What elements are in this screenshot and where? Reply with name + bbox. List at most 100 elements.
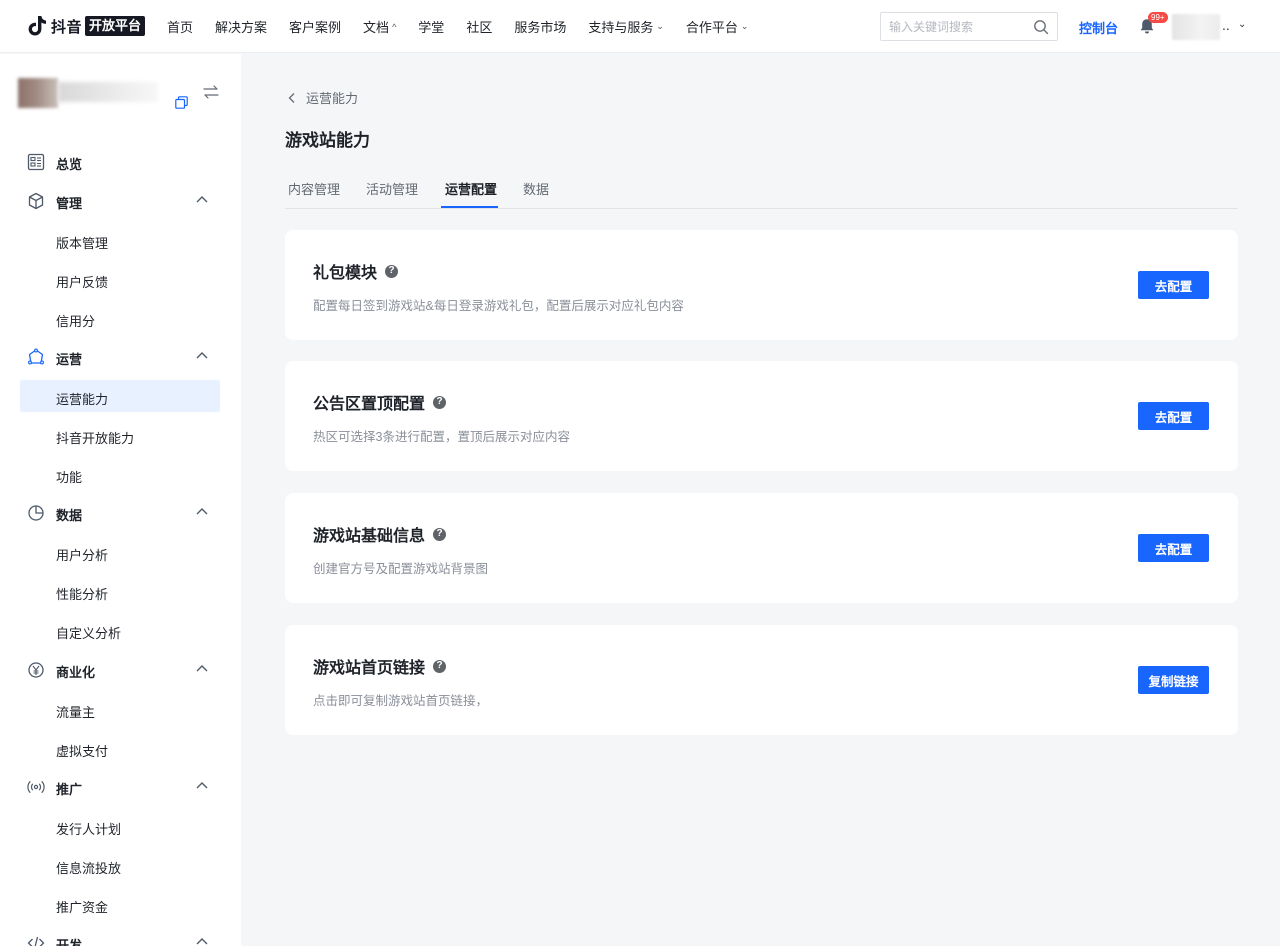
breadcrumb-label: 运营能力 [306, 91, 359, 106]
sidebar-item-credit-score[interactable]: 信用分 [20, 302, 220, 334]
configure-button[interactable]: 去配置 [1138, 402, 1209, 430]
configure-button[interactable]: 去配置 [1138, 534, 1209, 562]
nav-item-support[interactable]: 支持与服务 ⌄ [588, 17, 664, 36]
operation-icon [28, 348, 44, 365]
search-icon[interactable] [1033, 19, 1049, 35]
sidebar-item-label: 运营能力 [56, 392, 109, 407]
sidebar-item-performance-analysis[interactable]: 性能分析 [20, 575, 220, 607]
nav-item-solutions[interactable]: 解决方案 [215, 17, 267, 36]
user-name[interactable]: .. [1222, 17, 1230, 33]
dashboard-icon [27, 153, 45, 171]
sidebar-item-custom-analysis[interactable]: 自定义分析 [20, 614, 220, 646]
nav-label: 客户案例 [289, 20, 342, 35]
sidebar-item-feed-ads[interactable]: 信息流投放 [20, 849, 220, 881]
sidebar-group-label: 数据 [56, 508, 83, 523]
logo-text: 抖音 [51, 18, 83, 36]
search-box [880, 12, 1058, 41]
nav-label: 解决方案 [215, 20, 268, 35]
user-avatar[interactable] [1172, 14, 1220, 40]
card-description: 点击即可复制游戏站首页链接， [313, 694, 489, 708]
sidebar-item-label: 推广资金 [56, 900, 109, 915]
switch-app-icon[interactable] [203, 85, 219, 99]
sidebar-group-management[interactable]: 管理 [0, 181, 241, 220]
help-icon[interactable]: ? [385, 264, 399, 278]
sidebar-item-virtual-payment[interactable]: 虚拟支付 [20, 732, 220, 764]
sidebar-item-promotion-funds[interactable]: 推广资金 [20, 888, 220, 920]
help-icon[interactable]: ? [433, 659, 447, 673]
config-card-gift-pack: 礼包模块? 配置每日签到游戏站&每日登录游戏礼包，配置后展示对应礼包内容 去配置 [285, 230, 1238, 340]
notification-badge: 99+ [1148, 12, 1168, 23]
chevron-up-icon: ^ [392, 21, 397, 32]
logo-badge: 开放平台 [85, 16, 146, 36]
sidebar-item-label: 性能分析 [56, 587, 109, 602]
chevron-up-icon [196, 665, 208, 672]
card-title-text: 游戏站首页链接 [313, 660, 426, 677]
tab-activity-management[interactable]: 活动管理 [366, 179, 418, 198]
douyin-logo-icon [28, 16, 46, 36]
search-input[interactable] [889, 19, 1029, 34]
nav-item-partners[interactable]: 合作平台 ⌄ [686, 17, 749, 36]
sidebar-item-user-analysis[interactable]: 用户分析 [20, 536, 220, 568]
sidebar-group-label: 开发 [56, 938, 83, 946]
tab-operation-config[interactable]: 运营配置 [445, 179, 497, 198]
nav-item-academy[interactable]: 学堂 [418, 17, 444, 36]
card-title: 礼包模块? [313, 259, 399, 283]
pie-chart-icon [28, 505, 44, 521]
sidebar-item-publisher-plan[interactable]: 发行人计划 [20, 810, 220, 842]
tab-bar: 内容管理 活动管理 运营配置 数据 [285, 171, 1238, 209]
nav-label: 服务市场 [514, 20, 567, 35]
chevron-up-icon [196, 782, 208, 789]
sidebar-group-promotion[interactable]: 推广 [0, 767, 241, 806]
copy-icon[interactable] [175, 96, 188, 109]
tab-data[interactable]: 数据 [523, 179, 549, 198]
chevron-up-icon [196, 508, 208, 515]
breadcrumb-back[interactable]: 运营能力 [287, 88, 358, 107]
sidebar-item-label: 发行人计划 [56, 822, 122, 837]
nav-item-community[interactable]: 社区 [466, 17, 492, 36]
sidebar-item-douyin-open-capability[interactable]: 抖音开放能力 [20, 419, 220, 451]
sidebar-item-label: 信用分 [56, 314, 96, 329]
help-icon[interactable]: ? [433, 527, 447, 541]
sidebar-group-operation[interactable]: 运营 [0, 337, 241, 376]
sidebar-item-features[interactable]: 功能 [20, 458, 220, 490]
chevron-up-icon [196, 352, 208, 359]
nav-item-marketplace[interactable]: 服务市场 [514, 17, 566, 36]
card-title-text: 公告区置顶配置 [313, 396, 426, 413]
console-link[interactable]: 控制台 [1079, 18, 1118, 37]
sidebar-group-label: 管理 [56, 196, 83, 211]
sidebar-group-label: 商业化 [56, 665, 96, 680]
nav-item-docs[interactable]: 文档 ^ [363, 17, 396, 36]
sidebar-group-overview[interactable]: 总览 [0, 142, 241, 181]
sidebar-item-operation-capability[interactable]: 运营能力 [20, 380, 220, 412]
sidebar-item-label: 流量主 [56, 705, 96, 720]
chevron-down-icon[interactable]: ⌄ [1238, 19, 1246, 30]
nav-label: 支持与服务 [588, 20, 654, 35]
page-title: 游戏站能力 [285, 131, 370, 150]
nav-label: 社区 [466, 20, 493, 35]
sidebar: 总览 管理 版本管理 用户反馈 信用分 运营 运营能力 抖音开放能力 功能 数据 [0, 54, 241, 946]
sidebar-item-user-feedback[interactable]: 用户反馈 [20, 263, 220, 295]
sidebar-item-version-management[interactable]: 版本管理 [20, 224, 220, 256]
code-icon [27, 936, 45, 946]
sidebar-group-monetization[interactable]: 商业化 [0, 650, 241, 689]
tab-content-management[interactable]: 内容管理 [288, 179, 340, 198]
nav-label: 文档 [363, 20, 390, 35]
nav-item-home[interactable]: 首页 [167, 17, 193, 36]
card-title: 公告区置顶配置? [313, 390, 447, 414]
app-avatar-blurred [18, 76, 160, 110]
douyin-open-platform-logo[interactable]: 抖音 开放平台 [28, 14, 146, 38]
sidebar-group-label: 推广 [56, 782, 83, 797]
nav-item-cases[interactable]: 客户案例 [289, 17, 341, 36]
configure-button[interactable]: 去配置 [1138, 271, 1209, 299]
yen-icon [28, 662, 44, 678]
broadcast-icon [27, 780, 45, 794]
help-icon[interactable]: ? [433, 395, 447, 409]
copy-link-button[interactable]: 复制链接 [1138, 666, 1209, 694]
card-description: 创建官方号及配置游戏站背景图 [313, 562, 489, 576]
sidebar-item-traffic-owner[interactable]: 流量主 [20, 693, 220, 725]
sidebar-group-data[interactable]: 数据 [0, 493, 241, 532]
nav-label: 首页 [167, 20, 194, 35]
sidebar-group-development[interactable]: 开发 [0, 923, 241, 946]
top-navigation-bar: 抖音 开放平台 首页 解决方案 客户案例 文档 ^ 学堂 社区 服务市场 支持与服… [0, 0, 1280, 53]
config-card-basic-info: 游戏站基础信息? 创建官方号及配置游戏站背景图 去配置 [285, 493, 1238, 603]
